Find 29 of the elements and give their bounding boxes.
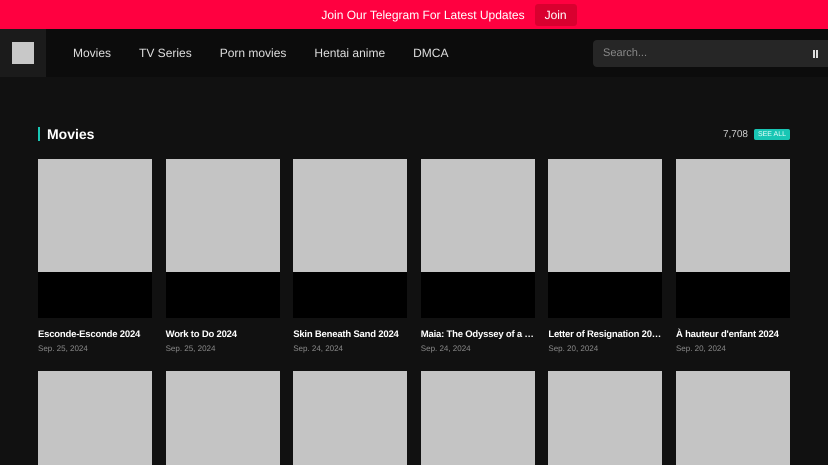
nav-link[interactable]: Hentai anime [300, 46, 400, 60]
release-date: Sep. 24, 2024 [293, 344, 344, 353]
movie-poster[interactable] [676, 159, 790, 318]
movie-count: 7,708 [722, 128, 748, 140]
movie-title[interactable]: Maia: The Odyssey of a … [420, 329, 534, 340]
movie-poster[interactable] [293, 159, 408, 318]
movie-poster[interactable] [548, 159, 662, 318]
section-title: Movies [47, 126, 94, 142]
banner-text: Join Our Telegram For Latest Updates [321, 8, 525, 22]
join-button[interactable]: Join [534, 4, 577, 26]
movie-poster[interactable] [38, 159, 152, 318]
movie-title[interactable]: Skin Beneath Sand 2024 [293, 329, 399, 340]
movie-title[interactable]: À hauteur d'enfant 2024 [676, 329, 779, 340]
movie-title[interactable]: Work to Do 2024 [166, 329, 237, 340]
nav-link[interactable]: TV Series [125, 46, 206, 60]
nav-link[interactable]: Movies [59, 46, 126, 60]
search-icon[interactable] [813, 50, 818, 58]
release-date: Sep. 20, 2024 [548, 344, 600, 353]
search-field[interactable]: Search... [593, 40, 828, 66]
release-date: Sep. 25, 2024 [166, 344, 216, 353]
release-date: Sep. 25, 2024 [38, 344, 89, 353]
release-date: Sep. 20, 2024 [676, 344, 727, 353]
release-date: Sep. 24, 2024 [420, 344, 472, 353]
movie-title[interactable]: Esconde-Esconde 2024 [38, 329, 140, 340]
movie-poster[interactable] [166, 159, 280, 318]
nav-link[interactable]: Porn movies [206, 46, 300, 60]
movie-poster[interactable] [420, 159, 535, 318]
nav-link[interactable]: DMCA [399, 46, 462, 60]
movie-title[interactable]: Letter of Resignation 20… [548, 329, 662, 340]
